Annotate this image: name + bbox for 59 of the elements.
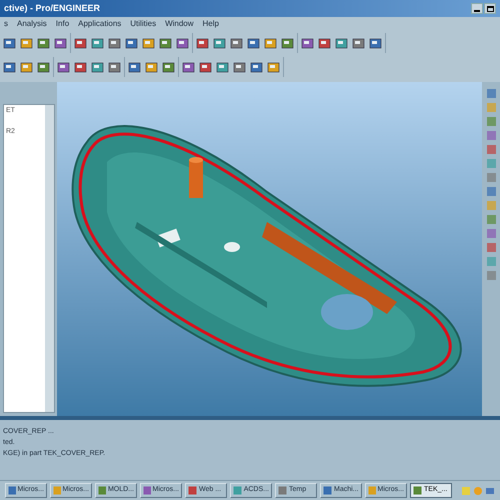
tool-icon[interactable] (3, 60, 16, 74)
tool-icon[interactable] (162, 60, 175, 74)
menu-item[interactable]: Applications (78, 18, 122, 30)
tool-icon[interactable] (369, 36, 382, 50)
tool-icon[interactable] (264, 36, 277, 50)
scrollbar[interactable] (45, 105, 54, 412)
tool-icon[interactable] (108, 60, 121, 74)
tool-icon[interactable] (91, 36, 104, 50)
tool-icon[interactable] (318, 36, 331, 50)
tool-icon[interactable] (213, 36, 226, 50)
tool-icon[interactable] (267, 60, 280, 74)
tool-icon[interactable] (199, 60, 212, 74)
tool-icon[interactable] (20, 60, 33, 74)
window-title: ctive) - Pro/ENGINEER (4, 2, 100, 15)
app-icon (188, 486, 197, 495)
tool-icon[interactable] (128, 60, 141, 74)
tool-icon[interactable] (216, 60, 229, 74)
tool-icon[interactable] (182, 60, 195, 74)
tool-icon[interactable] (281, 36, 294, 50)
tool-icon[interactable] (3, 36, 16, 50)
menu-item[interactable]: Analysis (17, 18, 47, 30)
tool-icon[interactable] (196, 36, 209, 50)
app-icon (53, 486, 61, 495)
tool-icon[interactable] (91, 60, 104, 74)
tool-icon[interactable] (37, 60, 50, 74)
maximize-button[interactable] (484, 3, 496, 14)
tool-icon[interactable] (301, 36, 314, 50)
tool-icon[interactable] (37, 36, 50, 50)
app-icon (323, 486, 332, 495)
tool-icon[interactable] (335, 36, 348, 50)
app-icon (143, 486, 151, 495)
tool-icon[interactable] (57, 60, 70, 74)
tool-icon[interactable] (74, 36, 87, 50)
minimize-button[interactable] (471, 3, 483, 14)
menu-item[interactable]: Help (202, 18, 219, 30)
app-icon (368, 486, 376, 495)
tool-icon[interactable] (20, 36, 33, 50)
tool-icon[interactable] (233, 60, 246, 74)
app-icon (8, 486, 16, 495)
tool-icon[interactable] (145, 60, 158, 74)
tool-icon[interactable] (74, 60, 87, 74)
tool-icon[interactable] (159, 36, 172, 50)
tool-icon[interactable] (125, 36, 138, 50)
tool-icon[interactable] (250, 60, 263, 74)
menu-item[interactable]: Info (56, 18, 70, 30)
menu-item[interactable]: Window (165, 18, 194, 30)
app-icon (278, 486, 287, 495)
menu-item[interactable]: Utilities (130, 18, 156, 30)
app-icon (98, 486, 106, 495)
tool-icon[interactable] (142, 36, 155, 50)
tool-icon[interactable] (54, 36, 67, 50)
tool-icon[interactable] (247, 36, 260, 50)
tool-icon[interactable] (352, 36, 365, 50)
tool-icon[interactable] (176, 36, 189, 50)
tool-icon[interactable] (108, 36, 121, 50)
menu-item[interactable]: s (4, 18, 8, 30)
app-icon (233, 486, 242, 495)
tool-icon[interactable] (230, 36, 243, 50)
app-icon (413, 486, 422, 495)
